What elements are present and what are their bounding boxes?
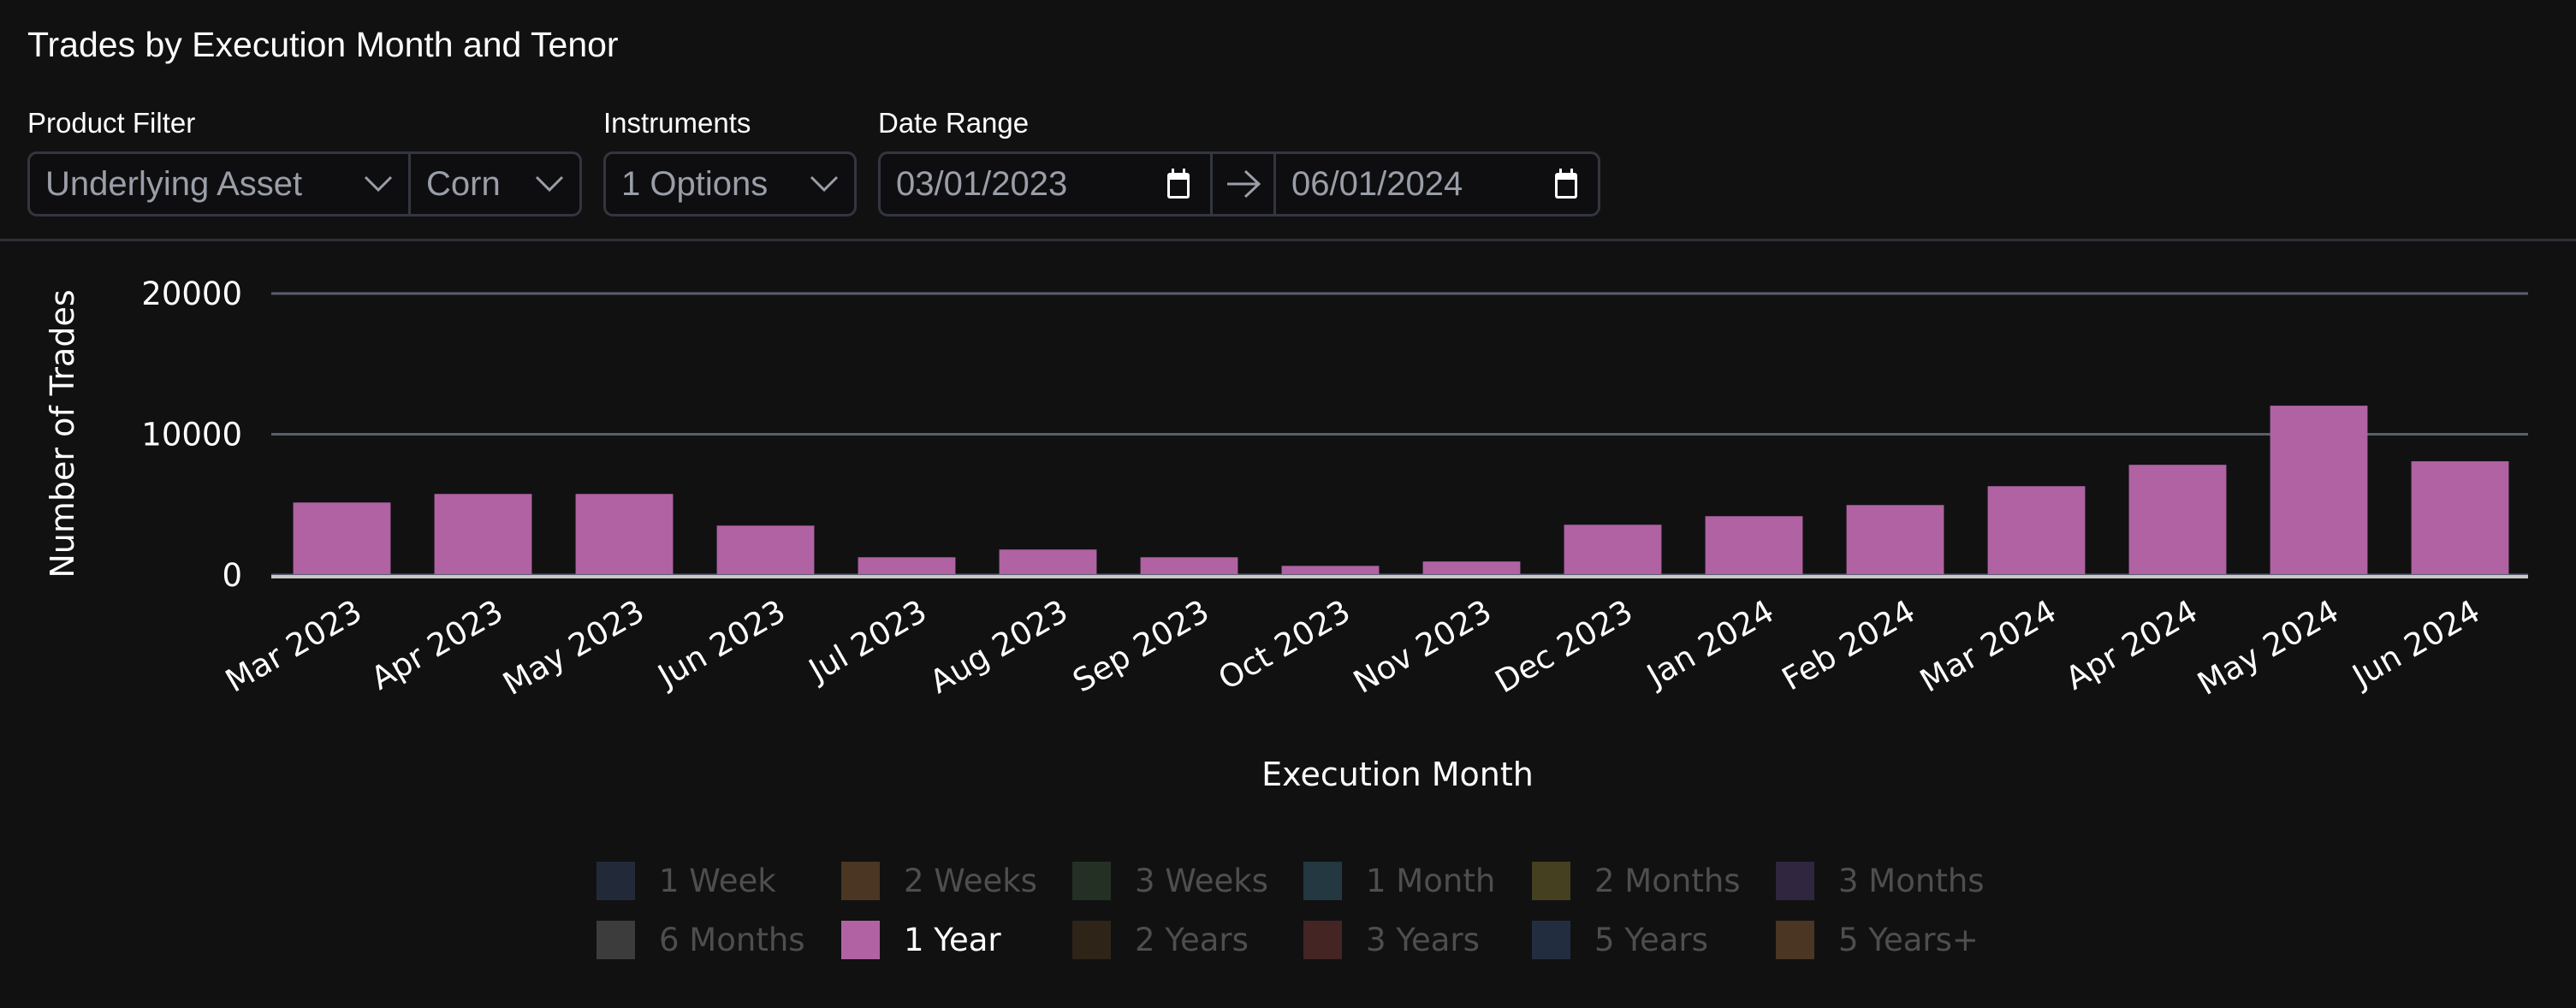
legend-item[interactable]: 3 Months xyxy=(1776,862,1985,900)
legend-item[interactable]: 1 Year xyxy=(841,921,1001,959)
legend-label: 5 Years xyxy=(1594,922,1708,958)
x-tick-label: May 2023 xyxy=(497,593,650,703)
x-tick-label: Jun 2024 xyxy=(2345,593,2486,696)
bar[interactable] xyxy=(2128,465,2227,574)
x-tick-label: Aug 2023 xyxy=(923,593,1074,701)
legend-item[interactable]: 5 Years+ xyxy=(1776,921,1979,959)
legend-swatch xyxy=(1303,862,1342,900)
x-tick-label: Nov 2023 xyxy=(1347,593,1498,701)
legend-swatch xyxy=(1532,921,1570,959)
bar[interactable] xyxy=(2411,461,2509,574)
x-tick-label: Mar 2024 xyxy=(1914,593,2063,700)
bar[interactable] xyxy=(716,525,815,574)
bar[interactable] xyxy=(1705,516,1803,574)
legend-swatch xyxy=(1072,862,1111,900)
legend-swatch xyxy=(597,921,635,959)
bar[interactable] xyxy=(858,557,956,574)
bar[interactable] xyxy=(1846,505,1944,574)
legend-label: 1 Week xyxy=(659,863,776,899)
y-tick-label: 0 xyxy=(222,557,242,594)
bar[interactable] xyxy=(434,494,532,574)
x-tick-label: Jul 2023 xyxy=(801,593,933,691)
bar[interactable] xyxy=(293,502,391,574)
legend-item[interactable]: 1 Week xyxy=(597,862,776,900)
legend-item[interactable]: 2 Years xyxy=(1072,921,1249,959)
bar[interactable] xyxy=(1987,486,2086,574)
x-tick-label: Apr 2023 xyxy=(365,593,509,697)
y-axis-title: Number of Trades xyxy=(44,289,81,578)
legend-swatch xyxy=(841,921,880,959)
legend-label: 5 Years+ xyxy=(1838,922,1979,958)
x-tick-label: Dec 2023 xyxy=(1489,593,1639,701)
legend-swatch xyxy=(1303,921,1342,959)
legend-label: 2 Weeks xyxy=(904,863,1037,899)
legend-item[interactable]: 3 Weeks xyxy=(1072,862,1268,900)
bars xyxy=(293,406,2509,574)
bar[interactable] xyxy=(1140,557,1238,574)
bar[interactable] xyxy=(1564,525,1662,574)
legend-label: 1 Year xyxy=(904,922,1001,958)
x-tick-label: Jun 2023 xyxy=(650,593,792,696)
bar[interactable] xyxy=(1422,561,1521,574)
legend-item[interactable]: 1 Month xyxy=(1303,862,1495,900)
bar[interactable] xyxy=(999,549,1097,574)
legend-swatch xyxy=(1776,862,1814,900)
legend-swatch xyxy=(597,862,635,900)
legend-label: 2 Months xyxy=(1594,863,1741,899)
legend-label: 6 Months xyxy=(659,922,805,958)
legend-label: 3 Weeks xyxy=(1135,863,1268,899)
y-tick-label: 20000 xyxy=(141,276,242,312)
x-tick-label: Feb 2024 xyxy=(1776,593,1921,698)
legend-label: 3 Months xyxy=(1838,863,1985,899)
x-tick-label: Jan 2024 xyxy=(1640,593,1780,696)
y-axis-ticks: 0 10000 20000 xyxy=(141,276,242,594)
bar[interactable] xyxy=(1281,566,1380,574)
legend-label: 2 Years xyxy=(1135,922,1249,958)
legend-item[interactable]: 2 Months xyxy=(1532,862,1741,900)
x-axis-title: Execution Month xyxy=(1261,756,1534,793)
legend-item[interactable]: 6 Months xyxy=(597,921,805,959)
legend-item[interactable]: 3 Years xyxy=(1303,921,1480,959)
x-tick-label: Oct 2023 xyxy=(1212,593,1356,697)
x-tick-label: Apr 2024 xyxy=(2059,593,2204,697)
legend-swatch xyxy=(1776,921,1814,959)
x-tick-label: Sep 2023 xyxy=(1066,593,1215,700)
legend-label: 1 Month xyxy=(1366,863,1496,899)
legend-swatch xyxy=(1072,921,1111,959)
x-axis-ticks: Mar 2023Apr 2023May 2023 Jun 2023 Jul 2023… xyxy=(219,593,2486,703)
legend-swatch xyxy=(1532,862,1570,900)
x-tick-label: Mar 2023 xyxy=(219,593,368,700)
bar[interactable] xyxy=(2270,406,2368,574)
y-tick-label: 10000 xyxy=(141,417,242,454)
x-tick-label: May 2024 xyxy=(2192,593,2345,703)
legend-label: 3 Years xyxy=(1366,922,1480,958)
legend-swatch xyxy=(841,862,880,900)
bar[interactable] xyxy=(575,494,674,574)
legend-item[interactable]: 2 Weeks xyxy=(841,862,1037,900)
legend-item[interactable]: 5 Years xyxy=(1532,921,1708,959)
bar-chart: 01000020000 Mar 2023Apr 2023May 2023 Jun … xyxy=(44,276,2528,793)
